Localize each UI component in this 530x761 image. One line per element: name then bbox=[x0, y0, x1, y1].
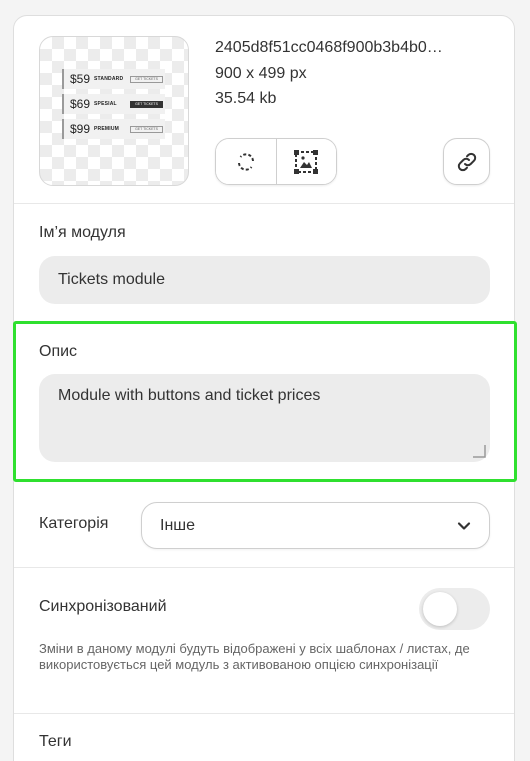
description-text: Module with buttons and ticket prices bbox=[58, 387, 321, 404]
preview-ticket-price: $59 bbox=[69, 72, 91, 86]
preview-ticket-price: $99 bbox=[69, 122, 91, 136]
replace-image-button[interactable] bbox=[216, 139, 276, 184]
module-name-input[interactable]: Tickets module bbox=[39, 256, 490, 304]
chevron-down-icon bbox=[457, 521, 471, 530]
preview-ticket-button: GET TICKETS bbox=[130, 125, 163, 133]
toggle-knob bbox=[423, 592, 457, 626]
synced-hint: Зміни в даному модулі будуть відображені… bbox=[39, 641, 470, 672]
tags-label: Теги bbox=[39, 733, 72, 750]
image-dimensions: 900 x 499 px bbox=[215, 65, 307, 82]
section-divider bbox=[14, 567, 514, 568]
image-filesize: 35.54 kb bbox=[215, 90, 277, 107]
synced-toggle[interactable] bbox=[419, 588, 490, 630]
preview-ticket-button: GET TICKETS bbox=[130, 100, 163, 108]
image-thumbnail[interactable]: $59 STANDARD GET TICKETS $69 SPESIAL GET… bbox=[39, 36, 189, 186]
category-label: Категорія bbox=[39, 515, 109, 532]
module-settings-panel: $59 STANDARD GET TICKETS $69 SPESIAL GET… bbox=[13, 15, 517, 761]
preview-ticket-name: PREMIUM bbox=[94, 126, 120, 132]
preview-ticket-name: SPESIAL bbox=[94, 101, 117, 107]
category-selected-value: Інше bbox=[160, 516, 196, 534]
preview-ticket: $59 STANDARD GET TICKETS bbox=[62, 69, 165, 89]
resize-handle-icon[interactable] bbox=[472, 444, 486, 458]
description-textarea[interactable]: Module with buttons and ticket prices bbox=[39, 374, 490, 462]
link-image-button[interactable] bbox=[443, 138, 490, 185]
preview-ticket-name: STANDARD bbox=[94, 76, 124, 82]
module-name-label: Ім’я модуля bbox=[39, 224, 126, 241]
preview-ticket: $69 SPESIAL GET TICKETS bbox=[62, 94, 165, 114]
preview-ticket: $99 PREMIUM GET TICKETS bbox=[62, 119, 165, 139]
image-section: $59 STANDARD GET TICKETS $69 SPESIAL GET… bbox=[14, 16, 514, 204]
crop-image-button[interactable] bbox=[275, 139, 336, 184]
section-divider bbox=[14, 713, 514, 714]
link-icon bbox=[457, 152, 476, 171]
refresh-icon bbox=[237, 152, 254, 171]
category-select[interactable]: Інше bbox=[141, 502, 490, 549]
synced-label: Синхронізований bbox=[39, 598, 167, 615]
preview-ticket-price: $69 bbox=[69, 97, 91, 111]
image-filename: 2405d8f51cc0468f900b3b4b0… bbox=[215, 39, 443, 56]
image-action-group bbox=[215, 138, 337, 185]
description-label: Опис bbox=[39, 343, 78, 360]
preview-ticket-button: GET TICKETS bbox=[130, 75, 163, 83]
crop-image-icon bbox=[294, 149, 319, 174]
